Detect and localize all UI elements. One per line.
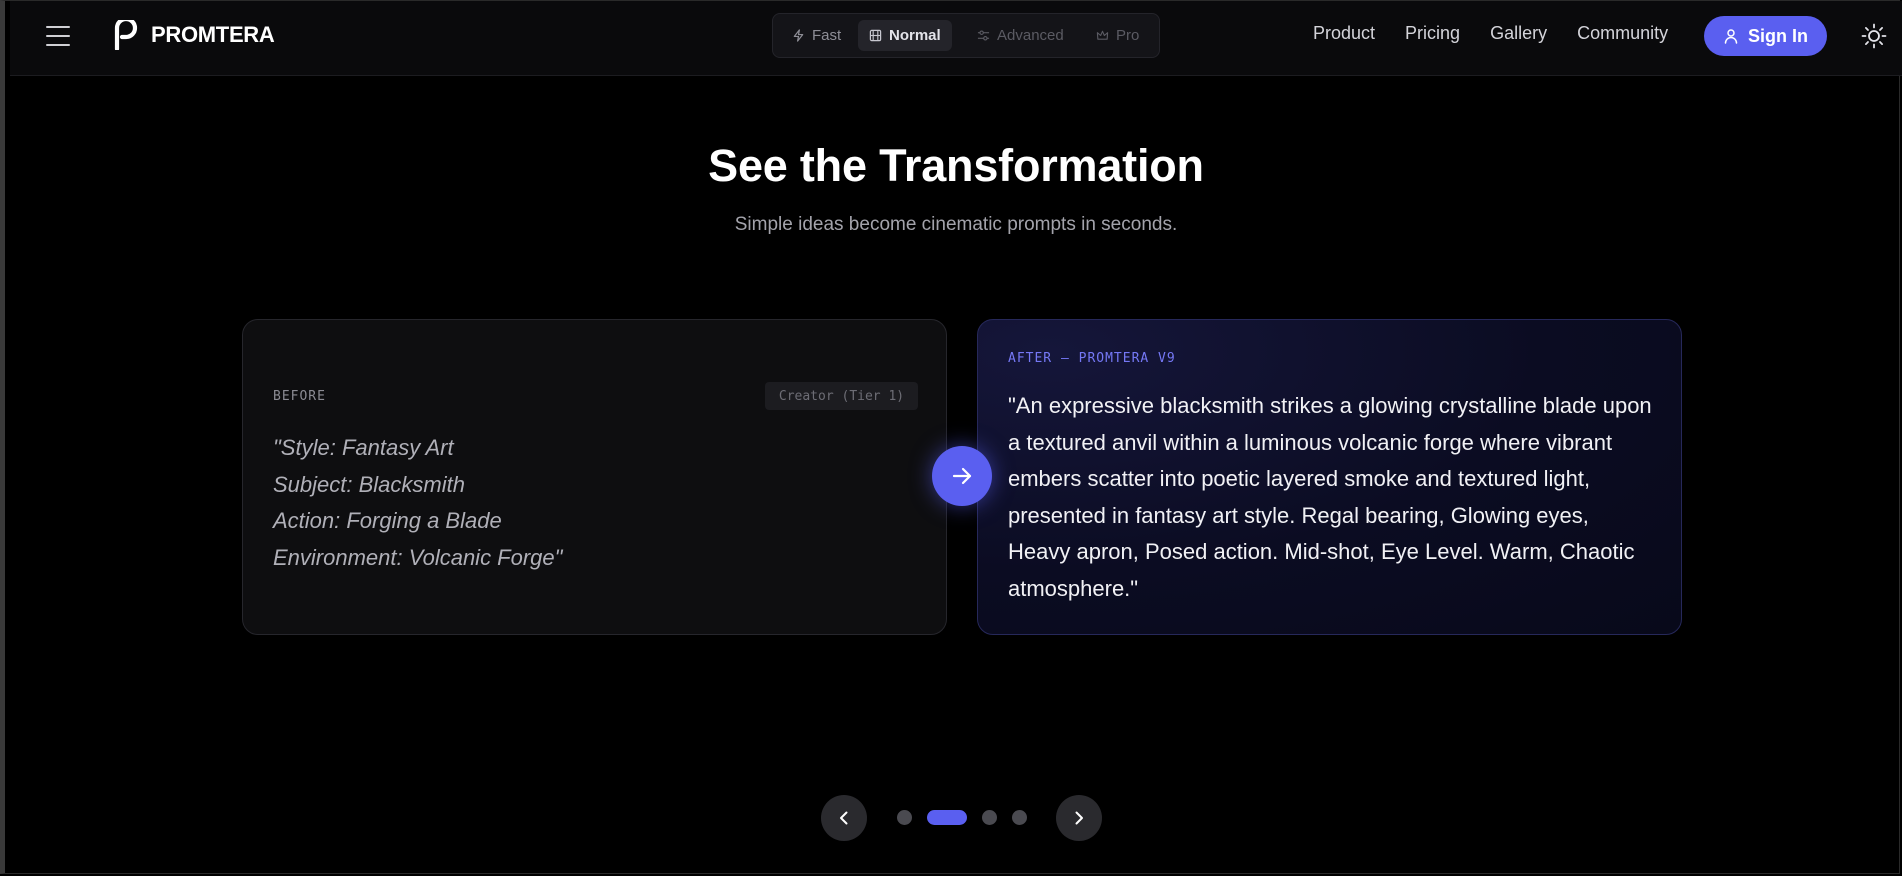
- after-prompt: "An expressive blacksmith strikes a glow…: [1008, 393, 1652, 601]
- nav-link-gallery[interactable]: Gallery: [1490, 23, 1547, 44]
- section-title: See the Transformation: [708, 140, 1204, 191]
- crown-icon: [1096, 30, 1109, 40]
- before-line: Subject: Blacksmith: [273, 471, 465, 497]
- carousel-dot[interactable]: [897, 810, 912, 825]
- mode-label: Fast: [812, 27, 842, 44]
- mode-switch: Fast Normal Advanced Pro: [772, 13, 1160, 58]
- carousel-dot[interactable]: [982, 810, 997, 825]
- mode-normal[interactable]: Normal: [858, 20, 952, 51]
- before-tag: BEFORE: [273, 389, 326, 404]
- sign-in-button[interactable]: Sign In: [1704, 16, 1827, 56]
- sun-icon[interactable]: [1861, 23, 1887, 49]
- mode-label: Advanced: [997, 27, 1064, 44]
- before-card: BEFORE Creator (Tier 1) "Style: Fantasy …: [242, 319, 947, 635]
- mode-advanced[interactable]: Advanced: [966, 20, 1075, 51]
- arrow-right-icon: [952, 467, 972, 485]
- brand[interactable]: PROMTERA: [113, 18, 275, 52]
- before-line: "Style: Fantasy Art: [273, 435, 454, 460]
- before-prompt: "Style: Fantasy Art Subject: Blacksmith …: [273, 430, 562, 576]
- before-line: Environment: Volcanic Forge": [273, 544, 563, 570]
- chevron-right-icon: [1075, 811, 1083, 825]
- carousel-prev-button[interactable]: [821, 795, 867, 841]
- before-line: Action: Forging a Blade: [273, 508, 502, 533]
- nav-link-community[interactable]: Community: [1577, 23, 1668, 44]
- nav-links: Product Pricing Gallery Community: [1313, 23, 1668, 44]
- sign-in-label: Sign In: [1748, 25, 1808, 46]
- carousel-dot-active[interactable]: [927, 810, 967, 825]
- mode-pro[interactable]: Pro: [1085, 20, 1150, 51]
- transform-arrow-button[interactable]: [932, 446, 992, 506]
- tier-badge: Creator (Tier 1): [765, 382, 918, 410]
- top-navbar: PROMTERA Fast Normal Advanced Pro Produc…: [10, 1, 1902, 76]
- promtera-logo-icon: [114, 20, 138, 50]
- after-tag: AFTER — PROMTERA V9: [1008, 351, 1176, 366]
- after-card: AFTER — PROMTERA V9 "An expressive black…: [977, 319, 1682, 635]
- mode-label: Normal: [889, 27, 941, 44]
- carousel-dot[interactable]: [1012, 810, 1027, 825]
- lightning-icon: [793, 29, 804, 42]
- carousel-next-button[interactable]: [1056, 795, 1102, 841]
- mode-fast[interactable]: Fast: [781, 20, 852, 51]
- sliders-icon: [977, 30, 990, 41]
- film-icon: [869, 29, 882, 42]
- app-frame: PROMTERA Fast Normal Advanced Pro Produc…: [0, 0, 1902, 874]
- menu-icon[interactable]: [46, 25, 72, 47]
- section-subtitle: Simple ideas become cinematic prompts in…: [734, 214, 1178, 235]
- nav-link-product[interactable]: Product: [1313, 23, 1375, 44]
- nav-link-pricing[interactable]: Pricing: [1405, 23, 1460, 44]
- user-icon: [1724, 29, 1738, 44]
- chevron-left-icon: [840, 811, 848, 825]
- mode-label: Pro: [1116, 27, 1140, 44]
- brand-name: PROMTERA: [151, 22, 275, 47]
